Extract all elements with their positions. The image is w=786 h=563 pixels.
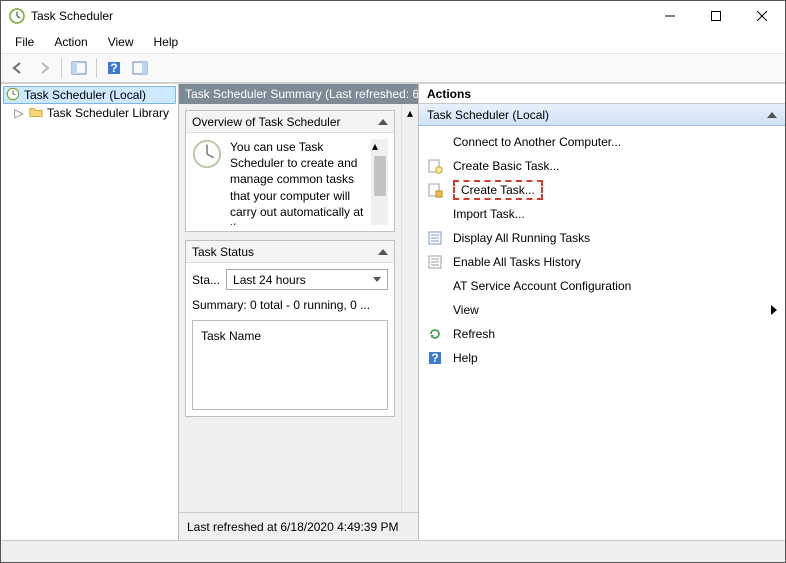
action-label: AT Service Account Configuration	[453, 279, 631, 293]
expand-icon[interactable]: ▷	[13, 106, 25, 120]
task-icon	[427, 158, 443, 174]
toolbar-separator	[96, 58, 97, 78]
actions-subtitle: Task Scheduler (Local)	[427, 108, 549, 122]
clock-large-icon	[192, 139, 224, 225]
summary-header: Task Scheduler Summary (Last refreshed: …	[179, 84, 418, 104]
show-action-pane-button[interactable]	[128, 56, 152, 80]
task2-icon	[427, 182, 443, 198]
blank-icon	[427, 134, 443, 150]
actions-title: Actions	[419, 84, 785, 104]
action-label: Help	[453, 351, 478, 365]
show-hide-tree-button[interactable]	[67, 56, 91, 80]
actions-pane: Actions Task Scheduler (Local) Connect t…	[419, 84, 785, 540]
blank-icon	[427, 278, 443, 294]
summary-scrollbar[interactable]: ▴	[401, 104, 418, 512]
status-period-select[interactable]: Last 24 hours	[226, 269, 388, 290]
action-at-service-account-configuration[interactable]: AT Service Account Configuration	[419, 274, 785, 298]
summary-pane: Task Scheduler Summary (Last refreshed: …	[179, 84, 419, 540]
action-label: Create Basic Task...	[453, 159, 560, 173]
task-status-title: Task Status	[192, 245, 254, 259]
menu-view[interactable]: View	[100, 33, 142, 51]
svg-text:?: ?	[431, 351, 438, 365]
svg-text:?: ?	[110, 61, 117, 75]
action-create-basic-task[interactable]: Create Basic Task...	[419, 154, 785, 178]
scroll-thumb[interactable]	[374, 156, 386, 196]
minimize-button[interactable]	[647, 1, 693, 31]
list-icon	[427, 230, 443, 246]
collapse-icon[interactable]	[378, 119, 388, 125]
folder-icon	[29, 105, 43, 122]
blank-icon	[427, 206, 443, 222]
action-import-task[interactable]: Import Task...	[419, 202, 785, 226]
clock-icon	[6, 87, 20, 104]
collapse-icon[interactable]	[378, 249, 388, 255]
refresh-icon	[427, 326, 443, 342]
action-view[interactable]: View	[419, 298, 785, 322]
tree-library[interactable]: ▷ Task Scheduler Library	[3, 104, 176, 122]
action-create-task[interactable]: Create Task...	[419, 178, 785, 202]
action-label: View	[453, 303, 479, 317]
tree-pane: Task Scheduler (Local) ▷ Task Scheduler …	[1, 84, 179, 540]
status-bar	[1, 540, 785, 562]
toolbar: ?	[1, 53, 785, 83]
app-icon	[9, 8, 25, 24]
window-title: Task Scheduler	[31, 9, 647, 23]
tree-root[interactable]: Task Scheduler (Local)	[3, 86, 176, 104]
summary-line: Summary: 0 total - 0 running, 0 ...	[192, 298, 388, 312]
action-help[interactable]: ? Help	[419, 346, 785, 370]
forward-button[interactable]	[32, 56, 56, 80]
overview-text: You can use Task Scheduler to create and…	[230, 139, 365, 225]
task-name-header: Task Name	[201, 329, 261, 343]
help-icon: ?	[427, 350, 443, 366]
toolbar-separator	[61, 58, 62, 78]
status-label: Sta...	[192, 273, 220, 287]
blank-icon	[427, 302, 443, 318]
overview-title: Overview of Task Scheduler	[192, 115, 341, 129]
collapse-icon[interactable]	[767, 112, 777, 118]
menu-file[interactable]: File	[7, 33, 42, 51]
action-label: Connect to Another Computer...	[453, 135, 621, 149]
action-connect-to-another-computer[interactable]: Connect to Another Computer...	[419, 130, 785, 154]
action-label: Refresh	[453, 327, 495, 341]
action-label: Enable All Tasks History	[453, 255, 581, 269]
action-label: Import Task...	[453, 207, 525, 221]
chevron-down-icon	[373, 277, 381, 282]
actions-list: Connect to Another Computer... Create Bas…	[419, 126, 785, 540]
maximize-button[interactable]	[693, 1, 739, 31]
action-refresh[interactable]: Refresh	[419, 322, 785, 346]
tree-root-label: Task Scheduler (Local)	[24, 88, 146, 102]
action-display-all-running-tasks[interactable]: Display All Running Tasks	[419, 226, 785, 250]
scroll-up-icon[interactable]: ▴	[402, 104, 418, 121]
action-label: Display All Running Tasks	[453, 231, 590, 245]
app-window: Task Scheduler File Action View Help ? T…	[0, 0, 786, 563]
scroll-up-icon[interactable]: ▴	[372, 139, 388, 153]
task-status-panel: Task Status Sta... Last 24 hours	[185, 240, 395, 417]
overview-panel: Overview of Task Scheduler You can use T…	[185, 110, 395, 232]
menu-help[interactable]: Help	[146, 33, 187, 51]
back-button[interactable]	[6, 56, 30, 80]
main-body: Task Scheduler (Local) ▷ Task Scheduler …	[1, 83, 785, 540]
overview-scrollbar[interactable]: ▴	[371, 139, 388, 225]
titlebar: Task Scheduler	[1, 1, 785, 31]
status-select-value: Last 24 hours	[233, 273, 306, 287]
help-toolbar-button[interactable]: ?	[102, 56, 126, 80]
action-enable-all-tasks-history[interactable]: Enable All Tasks History	[419, 250, 785, 274]
list2-icon	[427, 254, 443, 270]
summary-footer: Last refreshed at 6/18/2020 4:49:39 PM	[179, 512, 418, 540]
close-button[interactable]	[739, 1, 785, 31]
actions-subtitle-bar[interactable]: Task Scheduler (Local)	[419, 104, 785, 126]
submenu-arrow-icon	[771, 305, 777, 315]
action-label: Create Task...	[453, 180, 543, 200]
menubar: File Action View Help	[1, 31, 785, 53]
task-name-list[interactable]: Task Name	[192, 320, 388, 410]
menu-action[interactable]: Action	[46, 33, 95, 51]
tree-library-label: Task Scheduler Library	[47, 106, 169, 120]
